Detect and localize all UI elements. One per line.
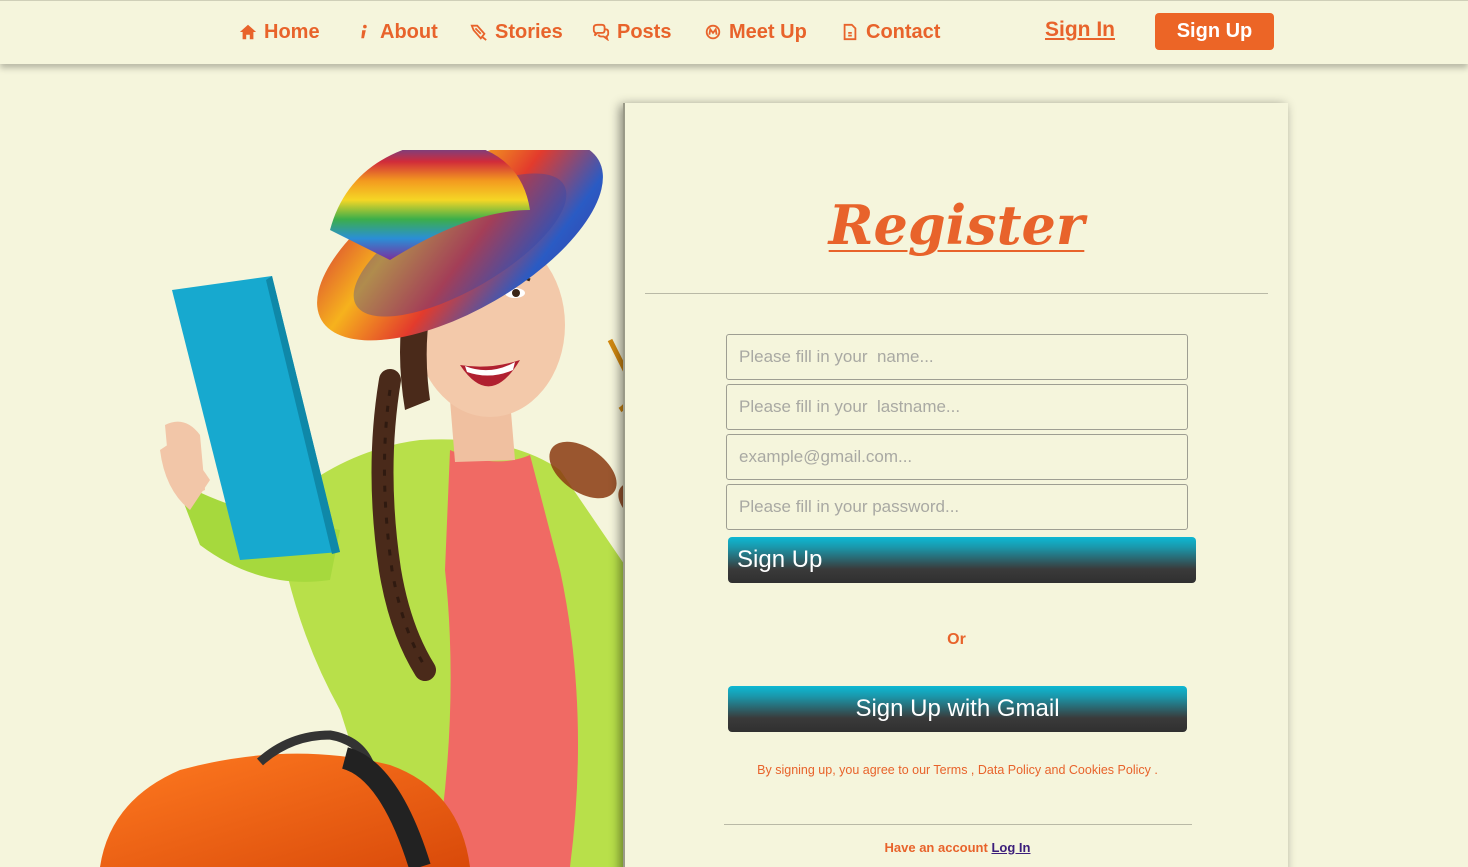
info-icon [361, 24, 367, 39]
nav-stories-label: Stories [495, 20, 563, 43]
nav-home-label: Home [264, 20, 320, 43]
register-title: Register [828, 193, 1085, 257]
terms-text: By signing up, you agree to our Terms , … [757, 763, 1158, 777]
traveler-illustration [90, 139, 690, 867]
nav-contact-label: Contact [866, 20, 941, 43]
nav-contact[interactable]: Contact [841, 18, 940, 46]
nav-about-label: About [380, 20, 438, 43]
top-navbar: Home About Stories Posts Meet Up Contact… [0, 0, 1468, 64]
traveler-image [100, 139, 688, 867]
first-name-input[interactable] [726, 334, 1188, 380]
nav-meetup[interactable]: Meet Up [704, 18, 807, 46]
nav-posts-label: Posts [617, 20, 672, 43]
have-account-label: Have an account [884, 840, 988, 855]
have-account-row: Have an account Log In [625, 840, 1290, 855]
sign-up-nav-button[interactable]: Sign Up [1155, 13, 1274, 50]
nav-posts[interactable]: Posts [592, 18, 671, 46]
nav-about[interactable]: About [355, 18, 438, 46]
nav-meetup-label: Meet Up [729, 20, 807, 43]
home-icon [239, 24, 257, 40]
or-separator: Or [947, 631, 966, 648]
sign-in-link[interactable]: Sign In [1045, 18, 1115, 42]
terms-divider [724, 824, 1192, 825]
email-input[interactable] [726, 434, 1188, 480]
password-input[interactable] [726, 484, 1188, 530]
title-divider [645, 293, 1268, 294]
register-card: Register Sign Up Or Sign Up with Gmail B… [623, 103, 1288, 867]
sign-up-gmail-button[interactable]: Sign Up with Gmail [728, 686, 1187, 732]
last-name-input[interactable] [726, 384, 1188, 430]
meetup-icon [705, 24, 721, 40]
chat-icon [592, 23, 610, 41]
stories-icon [470, 24, 487, 41]
nav-home[interactable]: Home [239, 18, 320, 46]
nav-stories[interactable]: Stories [470, 18, 563, 46]
document-icon [843, 23, 857, 41]
log-in-link[interactable]: Log In [991, 840, 1030, 855]
sign-up-button[interactable]: Sign Up [728, 537, 1196, 583]
